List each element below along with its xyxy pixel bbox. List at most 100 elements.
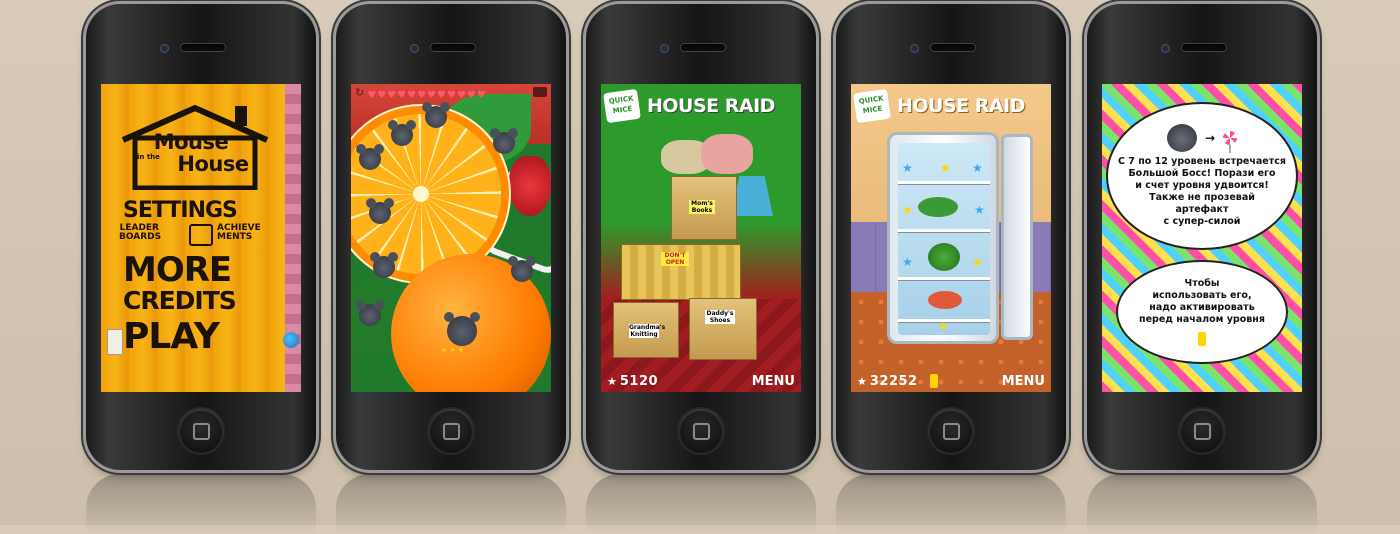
mouse-enemy[interactable]	[366, 198, 394, 224]
mouse-enemy[interactable]	[508, 256, 536, 282]
box-label-grandmas-knitting: Grandma's Knitting	[629, 324, 666, 338]
tip-bubble-artifact: Чтобы использовать его, надо активироват…	[1116, 260, 1288, 364]
title-mouse: Mouse	[153, 130, 229, 154]
more-button[interactable]: MORE	[123, 250, 232, 290]
home-button[interactable]	[179, 409, 223, 453]
tip-text-artifact: Чтобы использовать его, надо активироват…	[1139, 278, 1265, 325]
boss-to-lollipop: →	[1166, 124, 1238, 153]
settings-button[interactable]: SETTINGS	[123, 198, 238, 223]
phone-3: QUICK MICE HOUSE RAID Mom's Books DON'T …	[586, 4, 816, 470]
boss-mouse-icon	[1166, 124, 1197, 152]
home-button[interactable]	[679, 409, 723, 453]
mouse-enemy[interactable]	[370, 252, 398, 278]
leaderboards-button[interactable]: LEADER BOARDS	[119, 224, 161, 242]
fridge-door[interactable]	[1001, 134, 1033, 340]
quick-mice-logo: QUICK MICE	[853, 88, 891, 124]
yellow-star-icon[interactable]: ★	[940, 161, 951, 175]
stun-stars-icon: ★ ★ ★	[441, 346, 465, 354]
key-artifact-icon	[1198, 332, 1206, 346]
menu-button[interactable]: MENU	[752, 374, 795, 389]
fridge[interactable]: ★ ★ ★ ★ ★ ★ ★ ★	[887, 132, 999, 344]
fridge-shelf	[898, 181, 990, 184]
speaker	[931, 44, 975, 51]
phone-2: ↻ ♥♥♥♥♥♥♥♥♥♥♥♥ ★ ★ ★	[336, 4, 566, 470]
raid-footer: ★ 32252 MENU	[851, 370, 1051, 392]
speaker	[681, 44, 725, 51]
home-button[interactable]	[429, 409, 473, 453]
camera	[1161, 44, 1170, 53]
quick-mice-logo: QUICK MICE	[603, 88, 641, 124]
mouse-enemy[interactable]	[422, 102, 450, 128]
speaker	[181, 44, 225, 51]
home-button[interactable]	[1180, 409, 1224, 453]
box-label-dont-open: DON'T OPEN	[661, 252, 689, 266]
play-button[interactable]: PLAY	[123, 316, 220, 357]
watermelon[interactable]	[928, 243, 960, 271]
mouse-enemy[interactable]	[444, 312, 480, 346]
globe-icon	[283, 332, 299, 348]
camera	[910, 44, 919, 53]
camera	[410, 44, 419, 53]
raid-title: HOUSE RAID	[647, 95, 775, 117]
score-star-icon: ★	[857, 374, 867, 388]
blanket[interactable]	[701, 134, 753, 174]
score-value: 5120	[619, 373, 659, 389]
blue-star-icon[interactable]: ★	[902, 255, 913, 269]
speaker	[431, 44, 475, 51]
light-switch-icon	[107, 329, 123, 355]
blue-star-icon[interactable]: ★	[902, 161, 913, 175]
blue-star-icon[interactable]: ★	[972, 161, 983, 175]
heart-icon: ♥	[466, 89, 476, 101]
yellow-star-icon[interactable]: ★	[938, 319, 949, 333]
fridge-shelf	[898, 229, 990, 232]
key-artifact-icon[interactable]	[929, 374, 938, 388]
mouse-enemy[interactable]	[490, 128, 518, 154]
tip-bubble-boss: → С 7 по 12 уровень встречается Большой …	[1106, 102, 1298, 250]
yellow-star-icon[interactable]: ★	[902, 203, 913, 217]
home-button[interactable]	[929, 409, 973, 453]
mouse-enemy[interactable]	[388, 120, 416, 146]
heart-icon: ♥	[437, 89, 446, 101]
title-house: House	[177, 152, 249, 176]
raid-footer: ★ 5120 MENU	[601, 370, 801, 392]
box-label-moms-books: Mom's Books	[689, 200, 715, 214]
menu-button[interactable]: MENU	[1002, 374, 1045, 389]
mouse-enemy[interactable]	[356, 144, 384, 170]
camera	[160, 44, 169, 53]
strawberry	[509, 156, 551, 216]
screen-house-raid-boxes: QUICK MICE HOUSE RAID Mom's Books DON'T …	[601, 84, 801, 392]
phone-4: QUICK MICE HOUSE RAID ★ ★ ★ ★ ★ ★ ★ ★ ★ …	[836, 4, 1066, 470]
phone-reflection	[586, 474, 816, 534]
heart-icon: ♥	[407, 89, 417, 101]
screen-candy-tip: → С 7 по 12 уровень встречается Большой …	[1102, 84, 1302, 392]
game-center-icon[interactable]	[189, 224, 213, 246]
camera	[660, 44, 669, 53]
fridge-interior: ★ ★ ★ ★ ★ ★ ★ ★	[898, 143, 990, 335]
phone-reflection	[86, 474, 316, 534]
hud-bar: ↻ ♥♥♥♥♥♥♥♥♥♥♥♥	[351, 84, 551, 101]
lollipop-icon	[1223, 131, 1238, 153]
phone-1: Mouse in the House SETTINGS LEADER BOARD…	[86, 4, 316, 470]
raid-header: QUICK MICE HOUSE RAID	[851, 84, 1051, 128]
heart-icon: ♥	[387, 89, 397, 101]
vegetables[interactable]	[918, 197, 958, 217]
arrow-right-icon: →	[1204, 131, 1216, 145]
score-value: 32252	[869, 373, 918, 389]
restart-icon[interactable]: ↻	[355, 86, 364, 99]
fruit-bowl[interactable]	[928, 291, 962, 309]
heart-icon: ♥	[446, 89, 456, 101]
heart-icon: ♥	[417, 89, 427, 101]
blue-star-icon[interactable]: ★	[974, 203, 985, 217]
yellow-star-icon[interactable]: ★	[972, 255, 983, 269]
credits-button[interactable]: CREDITS	[123, 286, 237, 315]
phone-reflection	[836, 474, 1066, 534]
lamp-shade[interactable]	[731, 176, 773, 216]
screen-house-raid-fridge: QUICK MICE HOUSE RAID ★ ★ ★ ★ ★ ★ ★ ★ ★ …	[851, 84, 1051, 392]
pause-icon[interactable]	[533, 87, 547, 97]
cardboard-box[interactable]	[689, 298, 757, 360]
score-star-icon: ★	[607, 374, 617, 388]
mouse-enemy[interactable]	[356, 300, 384, 326]
screen-main-menu: Mouse in the House SETTINGS LEADER BOARD…	[101, 84, 301, 392]
achievements-button[interactable]: ACHIEVE MENTS	[217, 224, 267, 242]
heart-icon: ♥	[456, 89, 466, 101]
